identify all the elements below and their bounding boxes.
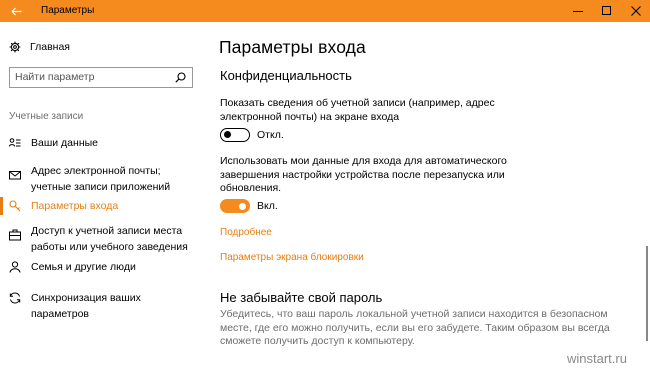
use-data-description: Использовать мои данные для входа для ав… — [220, 155, 507, 194]
sidebar-home[interactable]: Главная — [9, 41, 70, 53]
use-data-state: Вкл. — [257, 200, 278, 212]
arrow-left-icon — [11, 7, 21, 15]
search-input[interactable] — [15, 70, 165, 84]
search-icon — [175, 72, 186, 83]
title-bar: Параметры — [0, 0, 650, 22]
page-title: Параметры входа — [219, 37, 366, 57]
sidebar-item-label: Ваши данные — [31, 137, 98, 149]
close-button[interactable] — [621, 0, 650, 22]
home-label: Главная — [30, 41, 70, 53]
privacy-heading: Конфиденциальность — [220, 68, 352, 83]
show-account-toggle[interactable] — [220, 128, 250, 142]
toggle-knob — [239, 202, 246, 210]
watermark: winstart.ru — [567, 351, 627, 366]
show-account-state: Откл. — [257, 129, 284, 141]
sidebar-item-sign-in-options[interactable]: Параметры входа — [0, 198, 202, 214]
search-box[interactable] — [9, 67, 193, 88]
minimize-button[interactable] — [563, 0, 592, 22]
mail-icon — [9, 171, 21, 180]
sidebar-item-family[interactable]: Семья и другие люди — [0, 259, 202, 275]
back-button[interactable] — [0, 0, 32, 22]
close-icon — [630, 6, 641, 16]
minimize-icon — [572, 11, 583, 12]
gear-icon — [9, 41, 21, 53]
maximize-button[interactable] — [592, 0, 621, 22]
password-heading: Не забывайте свой пароль — [220, 290, 383, 305]
user-card-icon — [9, 138, 21, 147]
maximize-icon — [601, 6, 611, 15]
sync-icon — [9, 292, 21, 304]
lock-screen-settings-link[interactable]: Параметры экрана блокировки — [220, 252, 364, 263]
person-icon — [9, 261, 21, 273]
show-account-description: Показать сведения об учетной записи (нап… — [220, 97, 495, 123]
toggle-knob — [223, 131, 231, 139]
sidebar-item-label: Семья и другие люди — [31, 261, 136, 273]
sidebar-item-label: Синхронизация ваших параметров — [31, 292, 141, 320]
sidebar-item-work-access[interactable]: Доступ к учетной записи места работы или… — [0, 223, 202, 255]
briefcase-icon — [9, 229, 21, 241]
sidebar-item-label: Параметры входа — [31, 200, 119, 212]
sidebar-item-your-info[interactable]: Ваши данные — [0, 135, 202, 151]
sidebar-item-email[interactable]: Адрес электронной почты; учетные записи … — [0, 163, 202, 195]
password-description: Убедитесь, что ваш пароль локальной учет… — [220, 308, 610, 347]
sidebar-item-label: Адрес электронной почты; учетные записи … — [31, 165, 171, 193]
window-title: Параметры — [41, 5, 95, 16]
use-data-toggle[interactable] — [220, 199, 250, 213]
scrollbar-thumb[interactable] — [646, 246, 648, 341]
key-icon — [9, 200, 21, 212]
sidebar-item-sync[interactable]: Синхронизация ваших параметров — [0, 290, 202, 320]
section-header: Учетные записи — [9, 111, 84, 122]
learn-more-link[interactable]: Подробнее — [220, 227, 272, 238]
sidebar-item-label: Доступ к учетной записи места работы или… — [31, 225, 188, 253]
